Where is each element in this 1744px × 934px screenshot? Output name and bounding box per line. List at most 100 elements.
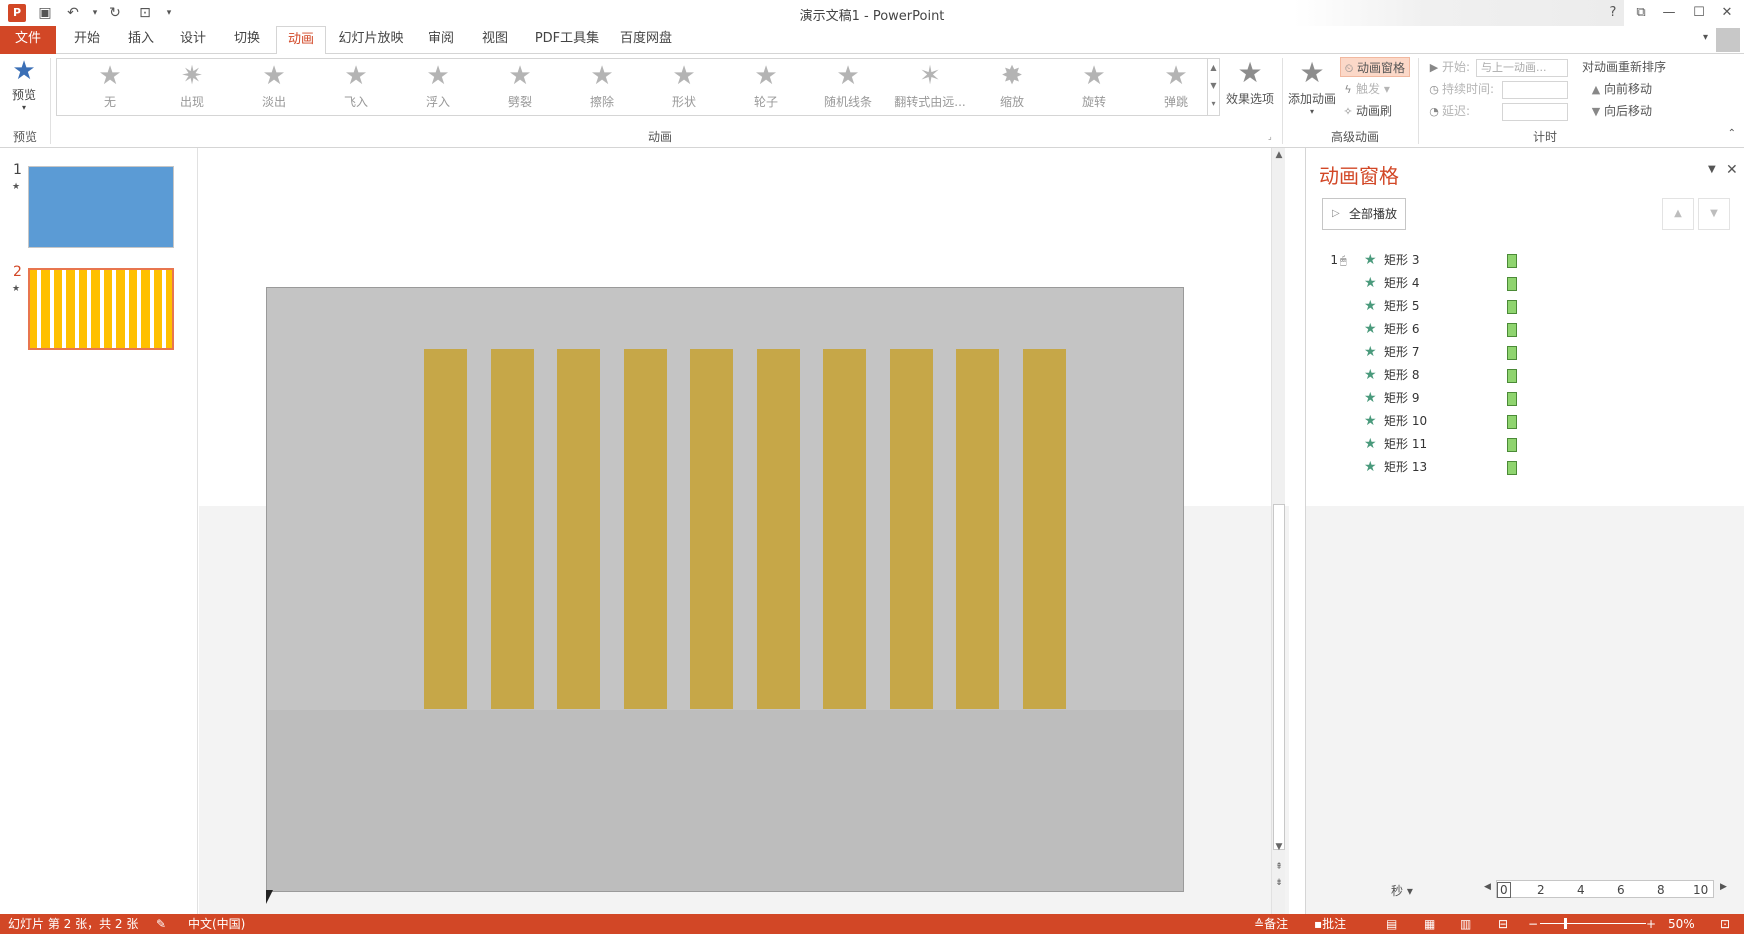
timeline-right-icon[interactable]: ▶: [1720, 882, 1727, 892]
normal-view-icon[interactable]: ▤: [1386, 914, 1397, 934]
animation-timing-bar[interactable]: [1507, 392, 1517, 406]
previous-slide-icon[interactable]: ⇞: [1272, 862, 1286, 872]
editor-scrollbar[interactable]: ▲ ▼ ⇞ ⇟: [1271, 148, 1285, 914]
animation-list-item[interactable]: ★ 矩形 7: [1326, 341, 1526, 364]
move-earlier-button[interactable]: ▲ 向前移动: [1588, 79, 1652, 99]
gallery-more-icon[interactable]: ▾: [1208, 95, 1219, 113]
animation-timing-bar[interactable]: [1507, 254, 1517, 268]
animation-painter-button[interactable]: ✧ 动画刷: [1340, 101, 1392, 121]
animation-list-item[interactable]: ★ 矩形 4: [1326, 272, 1526, 295]
help-icon[interactable]: ?: [1600, 2, 1626, 24]
rectangle-shape[interactable]: [690, 349, 733, 709]
zoom-slider[interactable]: [1540, 923, 1646, 924]
animation-list-item[interactable]: ★ 矩形 13: [1326, 456, 1526, 479]
slide-sorter-icon[interactable]: ▦: [1424, 914, 1435, 934]
spellcheck-icon[interactable]: ✎: [156, 914, 166, 934]
preview-button[interactable]: ★ 预览 ▾: [6, 56, 42, 116]
slide-thumbnail-1[interactable]: [28, 166, 174, 248]
scrollbar-thumb[interactable]: [1273, 504, 1285, 850]
reading-view-icon[interactable]: ▥: [1460, 914, 1471, 934]
timeline-unit-dropdown[interactable]: 秒 ▾: [1391, 882, 1413, 899]
start-select[interactable]: 与上一动画...: [1476, 59, 1568, 77]
animation-list-item[interactable]: ★ 矩形 11: [1326, 433, 1526, 456]
delay-field[interactable]: [1502, 103, 1568, 121]
animation-list-item[interactable]: ★ 矩形 5: [1326, 295, 1526, 318]
trigger-button[interactable]: ϟ 触发 ▾: [1340, 79, 1390, 99]
ribbon-display-options-icon[interactable]: ⧉: [1628, 2, 1654, 24]
minimize-icon[interactable]: —: [1656, 2, 1682, 24]
animation-grow-turn[interactable]: ✶ 翻转式由远...: [889, 59, 971, 115]
add-animation-dropdown-icon[interactable]: ▾: [1286, 107, 1338, 116]
animation-random-bars[interactable]: ★ 随机线条: [807, 59, 889, 115]
animation-list-item[interactable]: 1 🖱 ★ 矩形 3: [1326, 249, 1526, 272]
animation-timing-bar[interactable]: [1507, 300, 1517, 314]
scroll-up-icon[interactable]: ▲: [1272, 150, 1286, 160]
rectangle-shape[interactable]: [823, 349, 866, 709]
move-later-button[interactable]: ▼ 向后移动: [1588, 101, 1652, 121]
add-animation-button[interactable]: ★ 添加动画 ▾: [1286, 56, 1338, 116]
animation-none[interactable]: ★ 无: [69, 59, 151, 115]
rectangle-shape[interactable]: [1022, 349, 1066, 709]
zoom-level[interactable]: 50%: [1668, 914, 1695, 934]
rectangle-shape[interactable]: [557, 349, 600, 709]
preview-dropdown-icon[interactable]: ▾: [6, 103, 42, 112]
rectangle-shape[interactable]: [889, 349, 933, 709]
animation-list-item[interactable]: ★ 矩形 6: [1326, 318, 1526, 341]
tab-insert[interactable]: 插入: [120, 26, 162, 54]
zoom-out-icon[interactable]: −: [1528, 914, 1538, 934]
collapse-ribbon-icon[interactable]: ⌃: [1728, 128, 1736, 139]
animation-timing-bar[interactable]: [1507, 323, 1517, 337]
rectangle-shape[interactable]: [424, 349, 467, 709]
animation-shape[interactable]: ★ 形状: [643, 59, 725, 115]
animation-list-item[interactable]: ★ 矩形 9: [1326, 387, 1526, 410]
zoom-slider-knob[interactable]: [1564, 918, 1567, 929]
dialog-launcher-icon[interactable]: ⌟: [1268, 132, 1272, 141]
animation-fade[interactable]: ★ 淡出: [233, 59, 315, 115]
move-down-button[interactable]: ▼: [1698, 198, 1730, 230]
tab-review[interactable]: 审阅: [420, 26, 462, 54]
tab-slide-show[interactable]: 幻灯片放映: [336, 26, 406, 54]
next-slide-icon[interactable]: ⇟: [1272, 878, 1286, 888]
chevron-down-icon[interactable]: ▼: [1208, 77, 1219, 95]
tab-home[interactable]: 开始: [66, 26, 108, 54]
language-status[interactable]: 中文(中国): [188, 914, 245, 934]
animation-list-item[interactable]: ★ 矩形 8: [1326, 364, 1526, 387]
animation-timing-bar[interactable]: [1507, 415, 1517, 429]
rectangle-shape[interactable]: [623, 349, 667, 709]
user-avatar[interactable]: [1716, 28, 1740, 52]
animation-timing-bar[interactable]: [1507, 277, 1517, 291]
effect-options-button[interactable]: ★ 效果选项: [1222, 56, 1278, 107]
timeline-left-icon[interactable]: ◀: [1484, 882, 1491, 892]
notes-button[interactable]: ≙ 备注: [1254, 914, 1288, 934]
slideshow-view-icon[interactable]: ⊟: [1498, 914, 1508, 934]
animation-timing-bar[interactable]: [1507, 461, 1517, 475]
tab-file[interactable]: 文件: [0, 26, 56, 54]
move-up-button[interactable]: ▲: [1662, 198, 1694, 230]
gallery-scrollbar[interactable]: ▲ ▼ ▾: [1207, 59, 1219, 115]
animation-wheel[interactable]: ★ 轮子: [725, 59, 807, 115]
tab-baidu-netdisk[interactable]: 百度网盘: [616, 26, 676, 54]
animation-timing-bar[interactable]: [1507, 346, 1517, 360]
animation-pane-button[interactable]: ⏲ 动画窗格: [1340, 57, 1411, 77]
close-icon[interactable]: ✕: [1714, 2, 1740, 24]
animation-fly-in[interactable]: ★ 飞入: [315, 59, 397, 115]
animation-appear[interactable]: ✷ 出现: [151, 59, 233, 115]
tab-design[interactable]: 设计: [172, 26, 214, 54]
play-all-button[interactable]: ▷ 全部播放: [1322, 198, 1406, 230]
scroll-down-icon[interactable]: ▼: [1272, 842, 1286, 852]
animation-split[interactable]: ★ 劈裂: [479, 59, 561, 115]
slide-canvas[interactable]: [266, 287, 1184, 892]
comments-button[interactable]: ▪ 批注: [1314, 914, 1346, 934]
animation-wipe[interactable]: ★ 擦除: [561, 59, 643, 115]
animation-timing-bar[interactable]: [1507, 438, 1517, 452]
pane-options-dropdown-icon[interactable]: ▼: [1708, 164, 1716, 175]
tab-pdf-tools[interactable]: PDF工具集: [532, 26, 602, 54]
animation-bounce[interactable]: ★ 弹跳: [1135, 59, 1217, 115]
tab-view[interactable]: 视图: [474, 26, 516, 54]
animation-float-in[interactable]: ★ 浮入: [397, 59, 479, 115]
animation-timing-bar[interactable]: [1507, 369, 1517, 383]
account-dropdown-icon[interactable]: ▾: [1703, 32, 1708, 43]
fit-slide-icon[interactable]: ⊡: [1720, 914, 1730, 934]
slide-thumbnail-2[interactable]: [28, 268, 174, 350]
rectangle-shape[interactable]: [490, 349, 534, 709]
